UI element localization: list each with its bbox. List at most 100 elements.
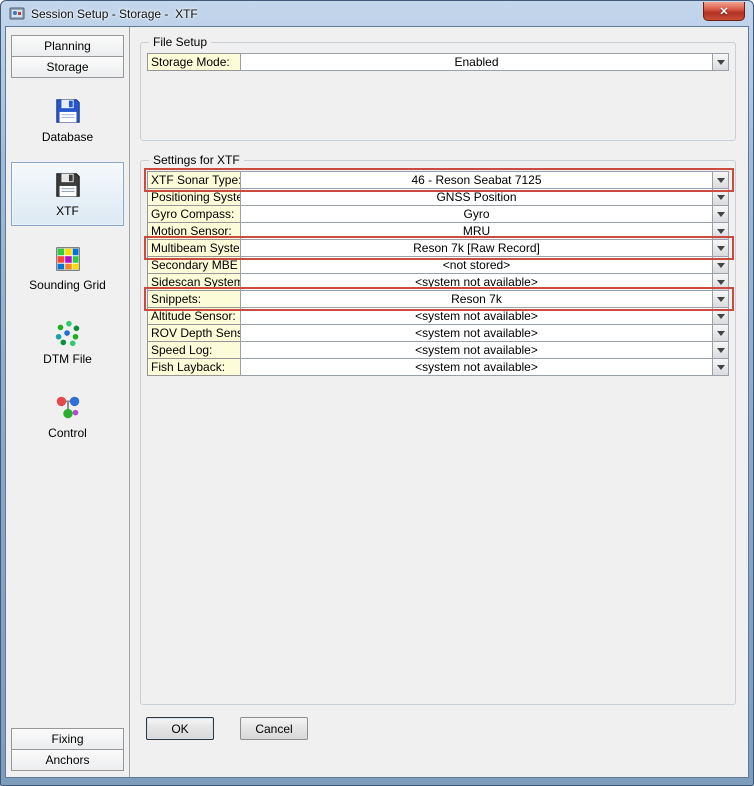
- sidebar-item-xtf[interactable]: XTF: [11, 162, 124, 226]
- chevron-down-icon[interactable]: [712, 240, 728, 256]
- gyro-compass-select[interactable]: Gyro: [240, 205, 729, 223]
- sidebar-item-database[interactable]: Database: [11, 88, 124, 152]
- chevron-down-icon[interactable]: [712, 308, 728, 324]
- dialog-content: Planning Storage: [5, 26, 749, 778]
- motion-sensor-label: Motion Sensor:: [147, 222, 241, 240]
- snippets-select[interactable]: Reson 7k: [240, 290, 729, 308]
- chevron-down-icon[interactable]: [712, 325, 728, 341]
- chevron-down-icon[interactable]: [712, 54, 728, 70]
- row-fish-layback: Fish Layback: <system not available>: [147, 358, 729, 376]
- motion-sensor-value: MRU: [241, 223, 712, 239]
- control-icon: [53, 392, 83, 422]
- chevron-down-icon[interactable]: [712, 274, 728, 290]
- control-label: Control: [48, 426, 87, 440]
- sidescan-system-label: Sidescan System:: [147, 273, 241, 291]
- snippets-label: Snippets:: [147, 290, 241, 308]
- chevron-down-icon[interactable]: [712, 342, 728, 358]
- sidebar: Planning Storage: [6, 27, 130, 777]
- row-xtf-sonar-type: XTF Sonar Type: 46 - Reson Seabat 7125: [147, 171, 729, 189]
- row-altitude-sensor: Altitude Sensor: <system not available>: [147, 307, 729, 325]
- row-storage-mode: Storage Mode: Enabled: [147, 53, 729, 71]
- chevron-down-icon[interactable]: [712, 206, 728, 222]
- chevron-down-icon[interactable]: [712, 359, 728, 375]
- planning-label: Planning: [44, 39, 91, 53]
- fish-layback-label: Fish Layback:: [147, 358, 241, 376]
- sidebar-item-storage[interactable]: Storage: [11, 56, 124, 78]
- row-multibeam-system: Multibeam System: Reson 7k [Raw Record]: [147, 239, 729, 257]
- storage-mode-value: Enabled: [241, 54, 712, 70]
- chevron-down-icon[interactable]: [712, 189, 728, 205]
- title-bar[interactable]: Session Setup - Storage - XTF ✕: [5, 1, 749, 26]
- ok-button[interactable]: OK: [146, 717, 214, 740]
- storage-mode-label: Storage Mode:: [147, 53, 241, 71]
- xtf-sonar-type-select[interactable]: 46 - Reson Seabat 7125: [240, 171, 729, 189]
- row-sidescan-system: Sidescan System: <system not available>: [147, 273, 729, 291]
- rov-depth-sensor-value: <system not available>: [241, 325, 712, 341]
- row-motion-sensor: Motion Sensor: MRU: [147, 222, 729, 240]
- chevron-down-icon[interactable]: [712, 291, 728, 307]
- altitude-sensor-select[interactable]: <system not available>: [240, 307, 729, 325]
- sidebar-item-sounding-grid[interactable]: Sounding Grid: [11, 236, 124, 300]
- sidebar-bottom-buttons: Fixing Anchors: [11, 728, 124, 771]
- row-gyro-compass: Gyro Compass: Gyro: [147, 205, 729, 223]
- dialog-footer: OK Cancel: [140, 717, 736, 740]
- main-panel: File Setup Storage Mode: Enabled Setting…: [130, 27, 748, 777]
- sidebar-item-anchors[interactable]: Anchors: [11, 749, 124, 771]
- multibeam-system-value: Reson 7k [Raw Record]: [241, 240, 712, 256]
- file-setup-title: File Setup: [149, 35, 211, 49]
- xtf-sonar-type-value: 46 - Reson Seabat 7125: [241, 172, 712, 188]
- chevron-down-icon[interactable]: [712, 223, 728, 239]
- sidebar-item-dtm-file[interactable]: DTM File: [11, 310, 124, 374]
- altitude-sensor-label: Altitude Sensor:: [147, 307, 241, 325]
- sidescan-system-select[interactable]: <system not available>: [240, 273, 729, 291]
- secondary-mbe-head-select[interactable]: <not stored>: [240, 256, 729, 274]
- snippets-value: Reson 7k: [241, 291, 712, 307]
- multibeam-system-select[interactable]: Reson 7k [Raw Record]: [240, 239, 729, 257]
- sounding-grid-icon: [53, 244, 83, 274]
- motion-sensor-select[interactable]: MRU: [240, 222, 729, 240]
- rov-depth-sensor-label: ROV Depth Sensor:: [147, 324, 241, 342]
- close-button[interactable]: ✕: [703, 2, 745, 21]
- chevron-down-icon[interactable]: [712, 172, 728, 188]
- xtf-sonar-type-label: XTF Sonar Type:: [147, 171, 241, 189]
- session-setup-window: Session Setup - Storage - XTF ✕ Planning…: [0, 0, 754, 786]
- row-positioning-system: Positioning System: GNSS Position: [147, 188, 729, 206]
- chevron-down-icon[interactable]: [712, 257, 728, 273]
- sidebar-item-planning[interactable]: Planning: [11, 35, 124, 57]
- secondary-mbe-head-value: <not stored>: [241, 257, 712, 273]
- fish-layback-select[interactable]: <system not available>: [240, 358, 729, 376]
- altitude-sensor-value: <system not available>: [241, 308, 712, 324]
- sounding-grid-label: Sounding Grid: [29, 278, 106, 292]
- dtm-file-icon: [53, 318, 83, 348]
- rov-depth-sensor-select[interactable]: <system not available>: [240, 324, 729, 342]
- gyro-compass-value: Gyro: [241, 206, 712, 222]
- settings-group: Settings for XTF XTF Sonar Type: 46 - Re…: [140, 153, 736, 705]
- ok-label: OK: [171, 722, 188, 736]
- storage-label: Storage: [46, 60, 88, 74]
- dtm-file-label: DTM File: [43, 352, 92, 366]
- fish-layback-value: <system not available>: [241, 359, 712, 375]
- row-speed-log: Speed Log: <system not available>: [147, 341, 729, 359]
- row-secondary-mbe-head: Secondary MBE Head: <not stored>: [147, 256, 729, 274]
- sidescan-system-value: <system not available>: [241, 274, 712, 290]
- xtf-label: XTF: [56, 204, 79, 218]
- storage-mode-select[interactable]: Enabled: [240, 53, 729, 71]
- fixing-label: Fixing: [51, 732, 83, 746]
- window-title: Session Setup - Storage - XTF: [31, 7, 198, 21]
- close-icon: ✕: [719, 5, 728, 18]
- database-label: Database: [42, 130, 93, 144]
- file-setup-group: File Setup Storage Mode: Enabled: [140, 35, 736, 141]
- database-icon: [53, 96, 83, 126]
- secondary-mbe-head-label: Secondary MBE Head:: [147, 256, 241, 274]
- positioning-system-select[interactable]: GNSS Position: [240, 188, 729, 206]
- gyro-compass-label: Gyro Compass:: [147, 205, 241, 223]
- app-icon: [9, 6, 25, 22]
- row-snippets: Snippets: Reson 7k: [147, 290, 729, 308]
- speed-log-select[interactable]: <system not available>: [240, 341, 729, 359]
- sidebar-item-fixing[interactable]: Fixing: [11, 728, 124, 750]
- positioning-system-value: GNSS Position: [241, 189, 712, 205]
- xtf-icon: [53, 170, 83, 200]
- anchors-label: Anchors: [45, 753, 89, 767]
- cancel-button[interactable]: Cancel: [240, 717, 308, 740]
- sidebar-item-control[interactable]: Control: [11, 384, 124, 448]
